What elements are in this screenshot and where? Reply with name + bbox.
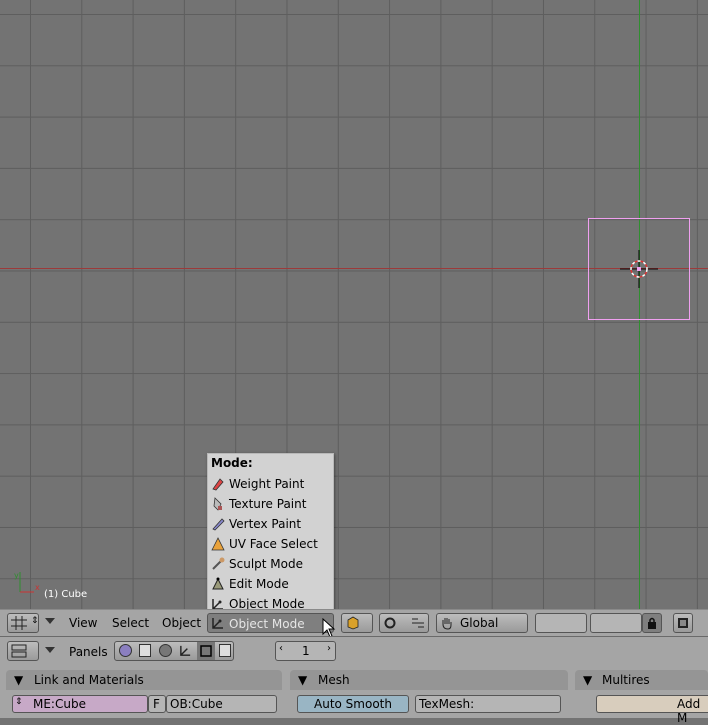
buttons-editor-type-button[interactable] xyxy=(7,641,39,661)
panel-link-materials-header[interactable]: ▼ Link and Materials xyxy=(6,670,282,690)
axis-x-label: x xyxy=(35,583,40,592)
panel-multires-header[interactable]: ▼ Multires xyxy=(575,670,708,690)
updown-arrows-icon: ⇕ xyxy=(15,697,23,707)
panel-title: Multires xyxy=(602,673,650,687)
mouse-pointer-icon xyxy=(322,618,336,638)
layer-buttons-2[interactable] xyxy=(590,613,642,633)
script-icon xyxy=(139,644,151,657)
mode-select-dropdown[interactable]: Object Mode xyxy=(207,613,334,633)
render-button[interactable] xyxy=(673,613,693,633)
auto-smooth-label: Auto Smooth xyxy=(314,697,392,711)
context-buttons-group[interactable] xyxy=(114,641,234,661)
weight-paint-icon xyxy=(212,478,224,491)
mode-menu-title: Mode: xyxy=(211,456,253,470)
texmesh-field[interactable]: TexMesh: xyxy=(415,695,561,713)
menu-item-label: UV Face Select xyxy=(229,537,318,551)
axis-gizmo-icon: x y xyxy=(14,571,40,593)
collapse-menu-icon[interactable] xyxy=(45,647,55,653)
pivot-icon xyxy=(384,617,396,629)
object-mode-icon xyxy=(212,618,223,629)
menu-item-label: Sculpt Mode xyxy=(229,557,303,571)
edit-mode-icon xyxy=(212,577,224,590)
menu-item-sculpt-mode[interactable]: Sculpt Mode xyxy=(208,554,333,574)
pivot-button[interactable] xyxy=(379,613,429,633)
add-multires-label: Add M xyxy=(677,697,701,725)
decrement-arrow-icon: ‹ xyxy=(279,643,283,654)
mesh-name-field[interactable]: ⇕ ME:Cube xyxy=(12,695,148,713)
mode-select-value: Object Mode xyxy=(229,617,305,631)
orientation-value: Global xyxy=(460,616,499,630)
buttons-window-icon xyxy=(11,644,27,658)
menu-item-texture-paint[interactable]: Texture Paint xyxy=(208,494,333,514)
fake-user-button[interactable]: F xyxy=(148,695,166,713)
scene-icon xyxy=(219,644,231,657)
panel-title: Mesh xyxy=(318,673,350,687)
object-name-field[interactable]: OB:Cube xyxy=(166,695,277,713)
grid-icon xyxy=(11,616,27,630)
mesh-name-value: ME:Cube xyxy=(33,697,86,711)
shading-cube-icon xyxy=(347,616,359,630)
menu-object[interactable]: Object xyxy=(162,616,201,630)
lock-icon xyxy=(648,617,656,629)
editing-icon xyxy=(197,642,215,660)
editor-type-button[interactable]: ⇕ xyxy=(7,613,39,633)
add-multires-button[interactable]: Add M xyxy=(596,695,708,725)
frame-value: 1 xyxy=(302,644,310,658)
uv-face-select-icon xyxy=(211,537,225,551)
render-icon xyxy=(678,618,688,628)
lock-layer-button[interactable] xyxy=(642,613,662,633)
frame-number-field[interactable]: ‹ 1 › xyxy=(275,641,336,661)
texture-paint-icon xyxy=(213,497,222,511)
menu-item-uv-face-select[interactable]: UV Face Select xyxy=(208,534,333,554)
menu-panels[interactable]: Panels xyxy=(69,645,108,659)
layer-buttons-1[interactable] xyxy=(535,613,587,633)
collapse-triangle-icon: ▼ xyxy=(14,673,24,687)
menu-item-label: Edit Mode xyxy=(229,577,289,591)
object-icon xyxy=(179,644,192,657)
3d-view-header: ⇕ View Select Object Object Mode Global xyxy=(0,609,708,638)
menu-select[interactable]: Select xyxy=(112,616,149,630)
texmesh-label: TexMesh: xyxy=(419,697,475,711)
object-label: (1) Cube xyxy=(44,589,88,600)
menu-item-label: Vertex Paint xyxy=(229,517,302,531)
menu-item-label: Weight Paint xyxy=(229,477,305,491)
axis-y-label: y xyxy=(14,571,19,580)
buttons-window-header: Panels ‹ 1 › xyxy=(0,636,708,666)
updown-arrows-icon: ⇕ xyxy=(31,616,39,626)
increment-arrow-icon: › xyxy=(327,643,331,654)
mode-dropdown-menu[interactable]: Mode: Weight Paint Texture Paint Vertex … xyxy=(207,453,334,613)
collapse-triangle-icon: ▼ xyxy=(583,673,593,687)
panel-mesh-header[interactable]: ▼ Mesh xyxy=(290,670,568,690)
menu-item-label: Texture Paint xyxy=(229,497,307,511)
orientation-dropdown[interactable]: Global xyxy=(436,613,528,633)
object-name-value: OB:Cube xyxy=(170,697,223,711)
hand-icon xyxy=(442,618,452,630)
vertex-paint-icon xyxy=(212,518,225,531)
3d-viewport[interactable]: x y (1) Cube xyxy=(0,0,708,609)
menu-item-edit-mode[interactable]: Edit Mode xyxy=(208,574,333,594)
sculpt-mode-icon xyxy=(212,557,225,570)
collapse-triangle-icon: ▼ xyxy=(298,673,308,687)
manipulator-icon xyxy=(412,618,424,628)
fake-user-label: F xyxy=(153,697,160,711)
collapse-menu-icon[interactable] xyxy=(45,618,55,624)
menu-item-vertex-paint[interactable]: Vertex Paint xyxy=(208,514,333,534)
menu-view[interactable]: View xyxy=(69,616,97,630)
3d-cursor-icon xyxy=(620,250,658,288)
shading-icon xyxy=(159,644,172,657)
logic-icon xyxy=(119,644,132,657)
draw-type-button[interactable] xyxy=(341,613,373,633)
menu-item-weight-paint[interactable]: Weight Paint xyxy=(208,474,333,494)
auto-smooth-toggle[interactable]: Auto Smooth xyxy=(297,695,409,713)
panel-title: Link and Materials xyxy=(34,673,144,687)
